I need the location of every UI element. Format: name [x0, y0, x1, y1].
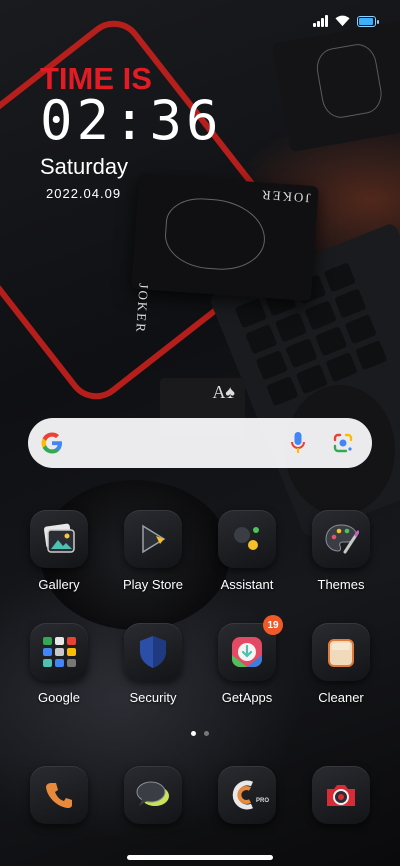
dock-phone[interactable] [12, 766, 106, 824]
page-indicator [0, 731, 400, 736]
app-label: Themes [317, 577, 365, 592]
app-cleaner[interactable]: Cleaner [294, 623, 388, 705]
dock: PRO [0, 766, 400, 824]
microphone-icon[interactable] [290, 431, 306, 455]
app-grid-row-1: Gallery Play Store Assistant Themes [0, 510, 400, 592]
app-label: Cleaner [318, 690, 364, 705]
google-g-icon [41, 432, 62, 454]
clock-date: 2022.04.09 [46, 186, 122, 201]
assistant-icon [218, 510, 276, 568]
pro-label: PRO [255, 798, 269, 804]
app-folder-google[interactable]: Google [12, 623, 106, 705]
app-label: Play Store [123, 577, 183, 592]
app-label: Assistant [220, 577, 274, 592]
app-gallery[interactable]: Gallery [12, 510, 106, 592]
camera-icon [312, 766, 370, 824]
page-dot-active [191, 731, 196, 736]
dock-messages[interactable] [106, 766, 200, 824]
phone-icon [30, 766, 88, 824]
battery-icon [357, 15, 379, 27]
messages-icon [124, 766, 182, 824]
ccleaner-pro-icon: PRO [218, 766, 276, 824]
google-folder-icon [30, 623, 88, 681]
cleaner-icon [312, 623, 370, 681]
play-store-icon [124, 510, 182, 568]
app-assistant[interactable]: Assistant [200, 510, 294, 592]
app-themes[interactable]: Themes [294, 510, 388, 592]
clock-day: Saturday [40, 154, 129, 179]
clock-widget[interactable]: TIME IS 02:36 Saturday 2022.04.09 [40, 62, 240, 202]
gallery-icon [30, 510, 88, 568]
security-shield-icon [124, 623, 182, 681]
dock-ccleaner[interactable]: PRO [200, 766, 294, 824]
gesture-navigation-bar[interactable] [127, 855, 273, 860]
clock-time: 02:36 [40, 89, 223, 152]
status-icons [313, 15, 379, 27]
themes-icon [312, 510, 370, 568]
app-label: Google [38, 690, 80, 705]
app-play-store[interactable]: Play Store [106, 510, 200, 592]
google-search-bar[interactable] [28, 418, 372, 468]
dock-camera[interactable] [294, 766, 388, 824]
wifi-icon [335, 15, 350, 27]
notification-badge: 19 [263, 615, 283, 635]
app-getapps[interactable]: 19 GetApps [200, 615, 294, 705]
app-security[interactable]: Security [106, 623, 200, 705]
app-label: Gallery [38, 577, 80, 592]
signal-icon [313, 15, 328, 27]
status-bar [0, 0, 400, 44]
getapps-icon: 19 [218, 615, 283, 681]
app-grid-row-2: Google Security 19 GetApps Cleaner [0, 615, 400, 705]
page-dot-inactive [204, 731, 209, 736]
app-label: GetApps [221, 690, 273, 705]
app-label: Security [129, 690, 177, 705]
google-lens-icon[interactable] [332, 432, 354, 454]
